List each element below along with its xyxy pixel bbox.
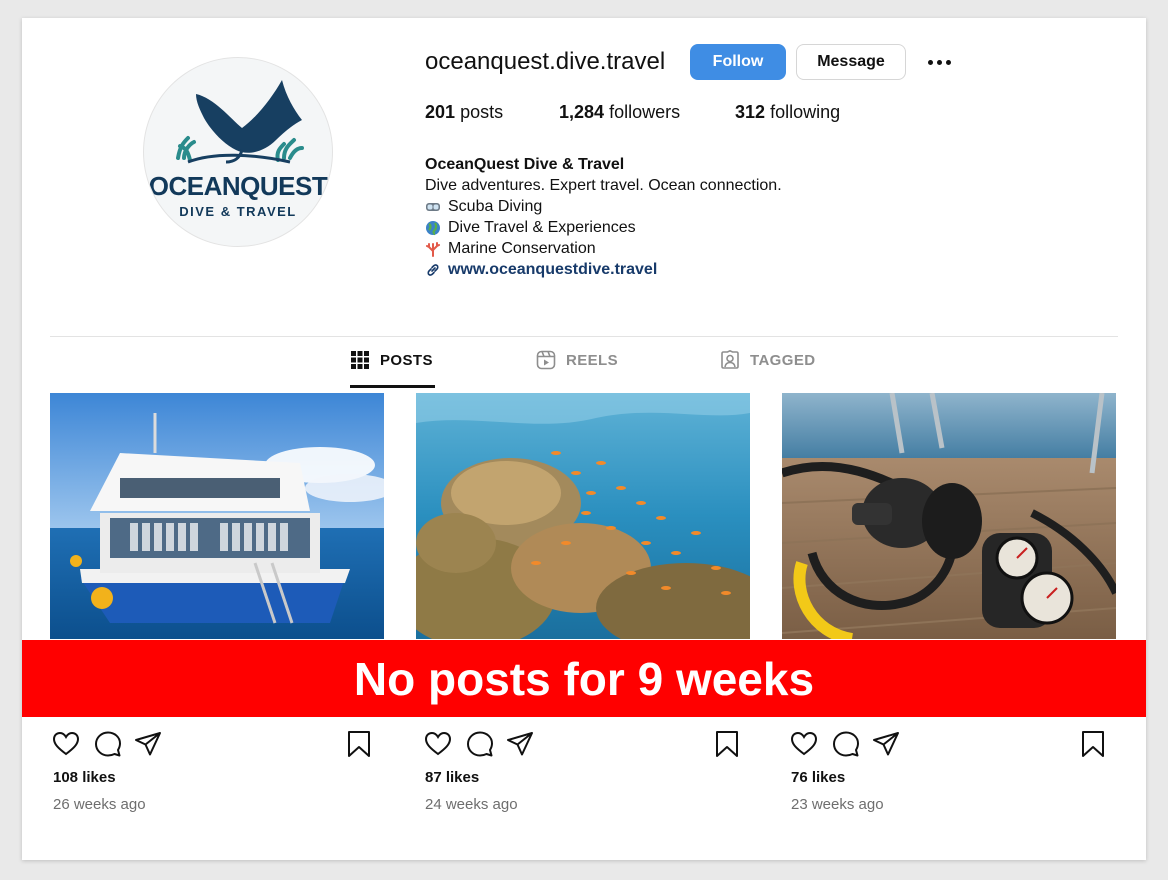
bio-line1-text: Scuba Diving xyxy=(448,198,543,215)
tagged-icon xyxy=(721,350,739,369)
followers-stat[interactable]: 1,284 followers xyxy=(559,102,680,123)
following-label: following xyxy=(770,102,841,122)
post-2-actions xyxy=(424,730,744,758)
tab-posts[interactable]: POSTS xyxy=(350,348,433,372)
grid-icon xyxy=(351,351,369,369)
post-image-coral-reef[interactable] xyxy=(416,393,750,639)
followers-count: 1,284 xyxy=(559,102,605,122)
post-image-dive-boat[interactable] xyxy=(50,393,384,639)
bio-line-travel: Dive Travel & Experiences xyxy=(425,217,782,238)
post-3-timestamp: 23 weeks ago xyxy=(791,796,884,813)
bio-link-line: www.oceanquestdive.travel xyxy=(425,259,782,280)
logo-subtitle: DIVE & TRAVEL xyxy=(179,204,297,219)
tab-tagged-label: TAGGED xyxy=(750,351,816,369)
diving-mask-icon xyxy=(426,202,440,211)
bio-line-conservation: Marine Conservation xyxy=(425,238,782,259)
like-heart-icon[interactable] xyxy=(52,730,80,758)
like-heart-icon[interactable] xyxy=(790,730,818,758)
profile-avatar[interactable]: OCEANQUEST DIVE & TRAVEL xyxy=(144,58,332,246)
follow-button[interactable]: Follow xyxy=(690,44,786,80)
bio-line-scuba: Scuba Diving xyxy=(425,196,782,217)
tab-tagged[interactable]: TAGGED xyxy=(720,348,815,372)
post-1-likes[interactable]: 108 likes xyxy=(53,769,116,786)
posts-stat: 201 posts xyxy=(425,102,503,123)
tabs-divider xyxy=(50,336,1118,337)
like-heart-icon[interactable] xyxy=(424,730,452,758)
logo-wordmark: OCEANQUEST xyxy=(148,171,328,201)
scuba-regulator-photo xyxy=(782,393,1116,639)
comment-icon[interactable] xyxy=(832,730,860,758)
dive-boat-photo xyxy=(50,393,384,639)
comment-icon[interactable] xyxy=(94,730,122,758)
post-2-likes[interactable]: 87 likes xyxy=(425,769,479,786)
posts-label: posts xyxy=(460,102,504,122)
share-icon[interactable] xyxy=(506,730,534,758)
bio-line3-text: Marine Conservation xyxy=(448,240,596,257)
bookmark-icon[interactable] xyxy=(346,730,372,758)
post-1-timestamp: 26 weeks ago xyxy=(53,796,146,813)
share-icon[interactable] xyxy=(134,730,162,758)
profile-card: OCEANQUEST DIVE & TRAVEL oceanquest.dive… xyxy=(22,18,1146,860)
website-link[interactable]: www.oceanquestdive.travel xyxy=(448,259,657,280)
bio-line2-text: Dive Travel & Experiences xyxy=(448,219,636,236)
link-icon xyxy=(427,263,439,276)
tab-posts-label: POSTS xyxy=(380,351,433,369)
following-count: 312 xyxy=(735,102,766,122)
post-3-likes[interactable]: 76 likes xyxy=(791,769,845,786)
bookmark-icon[interactable] xyxy=(1080,730,1106,758)
comment-icon[interactable] xyxy=(466,730,494,758)
following-stat[interactable]: 312 following xyxy=(735,102,840,123)
profile-username: oceanquest.dive.travel xyxy=(425,48,666,75)
inactivity-banner: No posts for 9 weeks xyxy=(22,640,1146,717)
tab-reels[interactable]: REELS xyxy=(536,348,618,372)
active-tab-indicator xyxy=(350,385,435,388)
bio-tagline: Dive adventures. Expert travel. Ocean co… xyxy=(425,177,782,194)
bio-name: OceanQuest Dive & Travel xyxy=(425,156,625,173)
posts-count: 201 xyxy=(425,102,456,122)
post-image-regulator[interactable] xyxy=(782,393,1116,639)
coral-icon xyxy=(426,241,440,257)
profile-bio: OceanQuest Dive & Travel Dive adventures… xyxy=(425,154,782,280)
bookmark-icon[interactable] xyxy=(714,730,740,758)
message-button[interactable]: Message xyxy=(796,44,906,80)
coral-reef-photo xyxy=(416,393,750,639)
reels-icon xyxy=(536,350,556,370)
globe-icon xyxy=(426,220,440,235)
post-3-actions xyxy=(790,730,1110,758)
more-options-icon[interactable] xyxy=(924,48,954,76)
followers-label: followers xyxy=(609,102,681,122)
post-1-actions xyxy=(52,730,372,758)
tab-reels-label: REELS xyxy=(566,351,619,369)
post-2-timestamp: 24 weeks ago xyxy=(425,796,518,813)
share-icon[interactable] xyxy=(872,730,900,758)
